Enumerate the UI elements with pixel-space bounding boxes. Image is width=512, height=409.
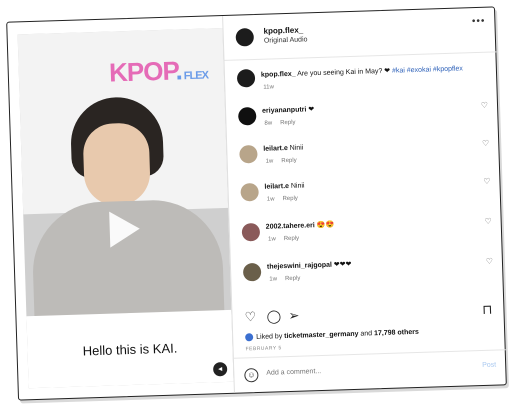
play-icon[interactable] xyxy=(109,210,141,248)
bookmark-icon[interactable]: ⊓ xyxy=(482,302,493,318)
header-username[interactable]: kpop.flex_ xyxy=(263,25,303,35)
caption-time: 11w xyxy=(263,84,275,91)
post-sidebar: kpop.flex_ Original Audio ••• kpop.flex_… xyxy=(222,7,507,393)
reply-link[interactable]: Reply xyxy=(280,120,296,126)
comment-text: ❤❤❤ xyxy=(331,261,352,269)
post-button[interactable]: Post xyxy=(482,362,496,369)
reply-link[interactable]: Reply xyxy=(281,158,297,164)
reply-link[interactable]: Reply xyxy=(285,276,301,282)
comment-username[interactable]: leilart.e xyxy=(263,145,288,153)
post-date: FEBRUARY 5 xyxy=(245,345,282,353)
comment-text: ❤ xyxy=(306,106,315,114)
caption-text: Are you seeing Kai in May? ❤ xyxy=(295,67,393,78)
share-icon[interactable]: ➢ xyxy=(288,308,299,324)
comment-like-icon[interactable]: ♡ xyxy=(486,257,493,266)
comment-like-icon[interactable]: ♡ xyxy=(482,139,489,148)
avatar[interactable] xyxy=(236,68,256,88)
likes-summary: Liked by ticketmaster_germany and 17,798… xyxy=(245,328,419,342)
video-panel[interactable]: KPOP. FLEX Hello this is KAI. ◂ xyxy=(17,27,234,389)
reply-link[interactable]: Reply xyxy=(284,236,300,242)
liker-username[interactable]: ticketmaster_germany xyxy=(284,331,359,340)
others-count[interactable]: 17,798 others xyxy=(374,329,419,337)
add-comment-bar: ☺ Post xyxy=(233,349,507,393)
comment-time: 1w xyxy=(269,276,278,283)
caption-username[interactable]: kpop.flex_ xyxy=(261,71,296,79)
more-options-icon[interactable]: ••• xyxy=(472,16,486,27)
comment-text: Ninii xyxy=(287,144,304,152)
comment-username[interactable]: eriyananputri xyxy=(262,106,307,114)
comment-username[interactable]: thejeswini_rajgopal xyxy=(267,262,332,271)
audio-label[interactable]: Original Audio xyxy=(264,36,308,44)
person-face xyxy=(82,122,151,207)
avatar[interactable] xyxy=(237,106,257,126)
avatar[interactable] xyxy=(239,144,258,164)
emoji-icon[interactable]: ☺ xyxy=(244,368,259,383)
avatar[interactable] xyxy=(242,262,262,282)
avatar[interactable] xyxy=(235,28,255,47)
comment-row: thejeswini_rajgopal ❤❤❤ 1w Reply ♡ xyxy=(231,251,504,300)
comment-username[interactable]: leilart.e xyxy=(264,183,289,191)
video-caption-text: Hello this is KAI. xyxy=(82,340,178,359)
screenshot-card: KPOP. FLEX Hello this is KAI. ◂ kpop.flex… xyxy=(6,6,507,401)
comment-time: 1w xyxy=(266,196,275,203)
action-bar: ♡ ◯ ➢ ⊓ xyxy=(232,299,504,328)
comment-time: 8w xyxy=(264,120,273,127)
comment-time: 1w xyxy=(268,236,276,243)
comment-username[interactable]: 2002.tahere.eri xyxy=(266,222,315,231)
avatar[interactable] xyxy=(241,222,261,242)
like-icon[interactable]: ♡ xyxy=(244,309,256,325)
comment-like-icon[interactable]: ♡ xyxy=(484,217,491,226)
reply-link[interactable]: Reply xyxy=(282,196,298,202)
comment-input[interactable] xyxy=(264,363,439,378)
comment-like-icon[interactable]: ♡ xyxy=(481,101,488,110)
caption-hashtags[interactable]: #kai #exokai #kpopflex xyxy=(392,65,463,74)
video-caption: Hello this is KAI. xyxy=(26,309,234,389)
comment-like-icon[interactable]: ♡ xyxy=(483,177,490,186)
liker-avatar[interactable] xyxy=(245,333,254,342)
comment-time: 1w xyxy=(265,158,274,165)
kpop-flex-logo: KPOP. FLEX xyxy=(108,55,209,88)
comment-icon[interactable]: ◯ xyxy=(266,308,281,324)
post-header: kpop.flex_ Original Audio ••• xyxy=(223,7,497,61)
avatar[interactable] xyxy=(240,182,259,202)
comment-text: Ninii xyxy=(288,182,305,190)
comment-text: 😍😍 xyxy=(314,221,335,230)
